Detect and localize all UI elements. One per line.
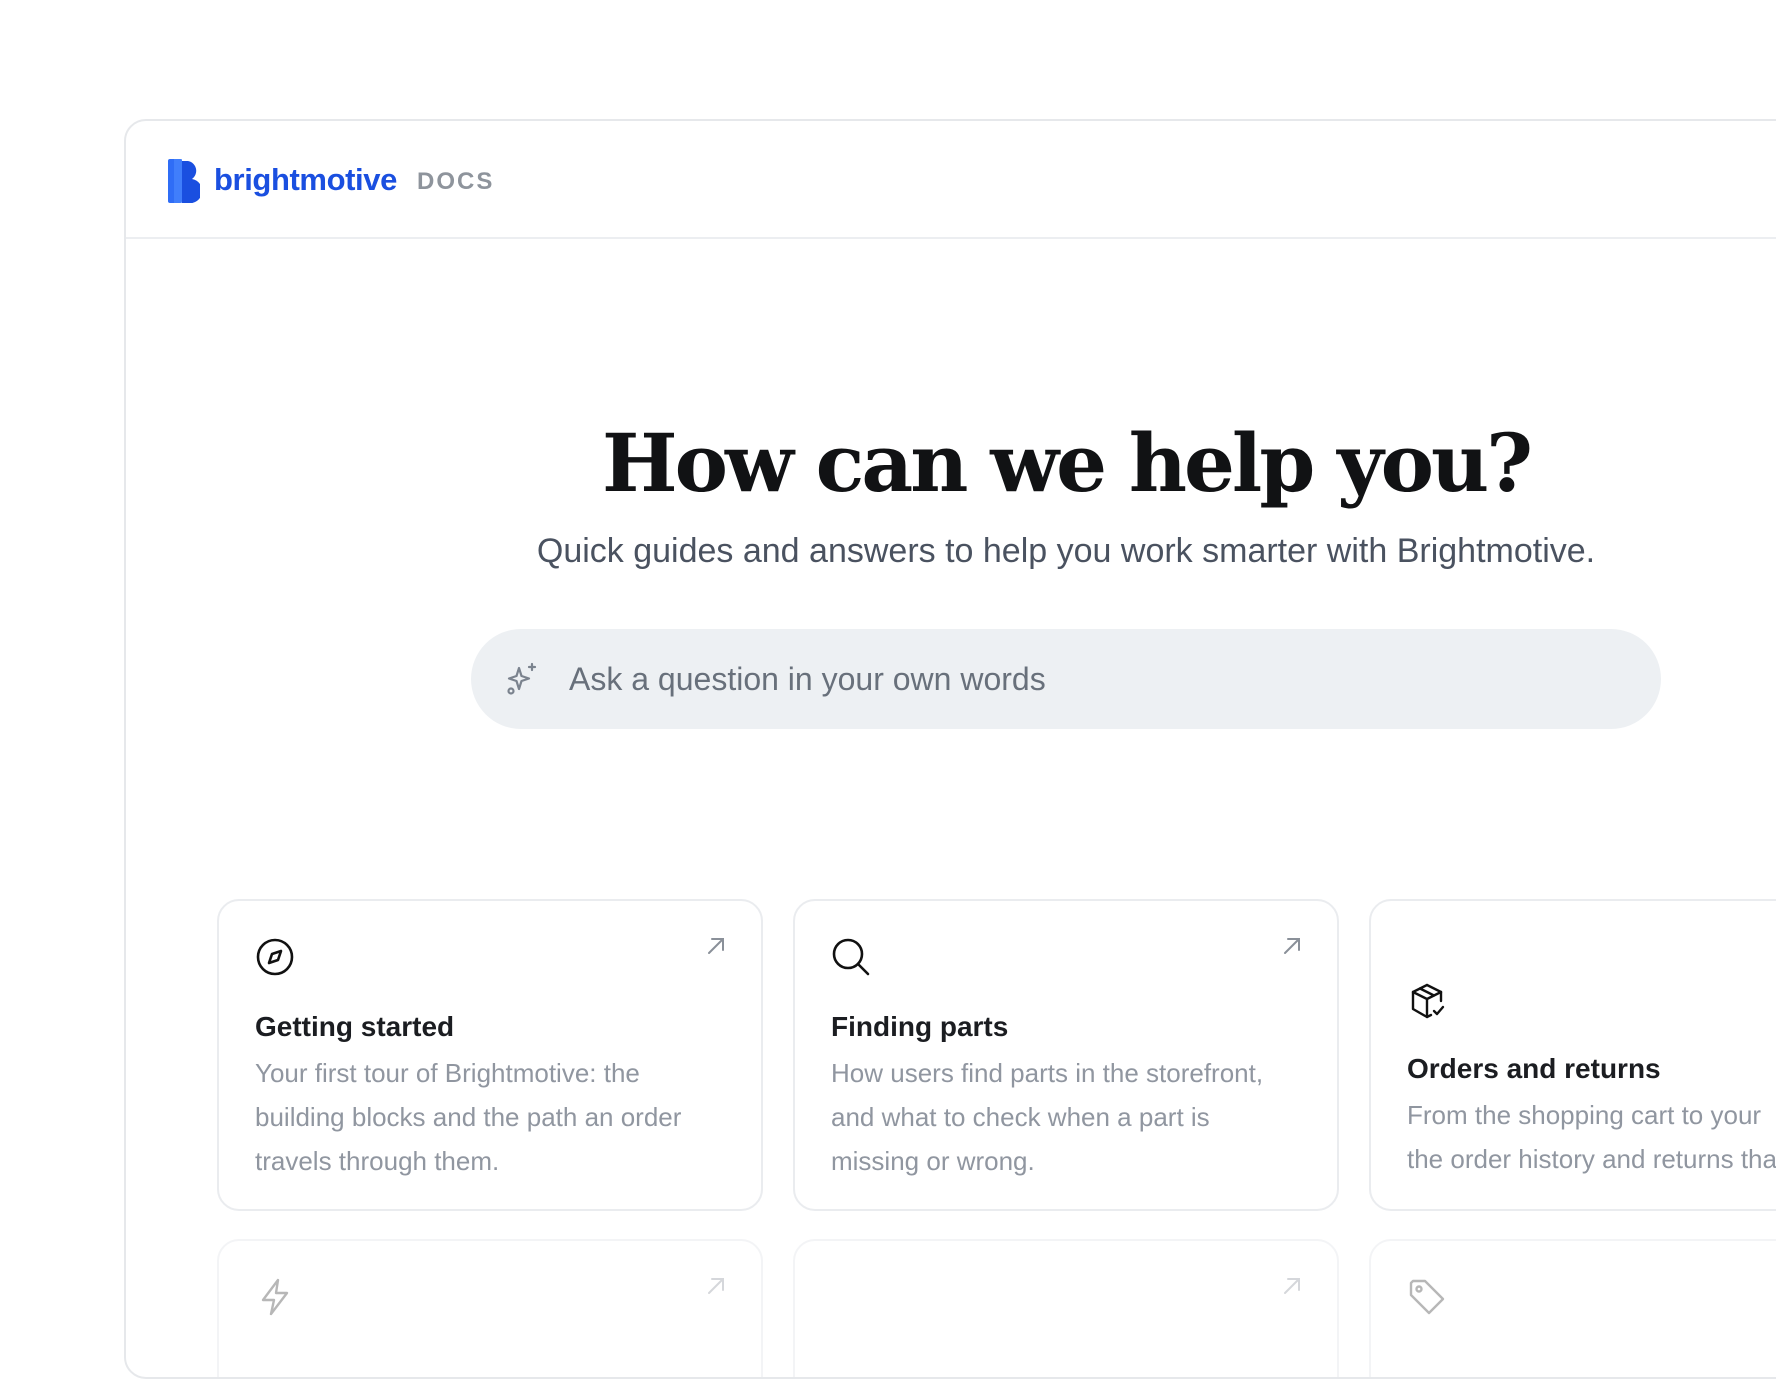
- page-subtitle: Quick guides and answers to help you wor…: [536, 532, 1596, 570]
- card-description-line: the order history and returns tha: [1407, 1144, 1776, 1174]
- card-description: How users find parts in the storefront, …: [831, 1058, 1264, 1176]
- card-faded-3[interactable]: [1369, 1239, 1776, 1377]
- external-arrow-icon: [1284, 938, 1300, 954]
- card-getting-started[interactable]: Getting started Your first tour of Brigh…: [217, 899, 763, 1211]
- tag-icon: [1409, 1279, 1445, 1315]
- card-orders-and-returns[interactable]: Orders and returns From the shopping car…: [1369, 899, 1776, 1211]
- compass-icon: [256, 938, 294, 976]
- card-title: Getting started: [255, 1011, 455, 1042]
- card-description: Your first tour of Brightmotive: the bui…: [255, 1058, 682, 1176]
- search-icon: [832, 938, 870, 976]
- docs-window: brightmotive DOCS How can we help you? Q…: [124, 119, 1776, 1379]
- external-arrow-icon: [708, 1278, 724, 1294]
- lightning-icon: [261, 1278, 289, 1316]
- page-title: How can we help you?: [602, 416, 1533, 510]
- package-check-icon: [1411, 983, 1445, 1019]
- brightmotive-logo-icon[interactable]: [168, 159, 200, 203]
- external-arrow-icon: [1284, 1278, 1300, 1294]
- card-faded-2[interactable]: [793, 1239, 1339, 1377]
- card-title: Orders and returns: [1407, 1053, 1661, 1084]
- brand-docs-label: DOCS: [417, 168, 495, 195]
- card-description-line: From the shopping cart to your: [1407, 1100, 1762, 1130]
- brand-name[interactable]: brightmotive: [214, 159, 397, 201]
- search-input[interactable]: [569, 629, 1629, 729]
- external-arrow-icon: [708, 938, 724, 954]
- sparkles-icon: [507, 662, 537, 695]
- ask-search-bar[interactable]: [471, 629, 1661, 729]
- card-finding-parts[interactable]: Finding parts How users find parts in th…: [793, 899, 1339, 1211]
- card-description: From the shopping cart to your the order…: [1407, 1093, 1776, 1181]
- card-faded-1[interactable]: [217, 1239, 763, 1377]
- card-title: Finding parts: [831, 1011, 1009, 1042]
- top-header: brightmotive DOCS: [126, 121, 1776, 239]
